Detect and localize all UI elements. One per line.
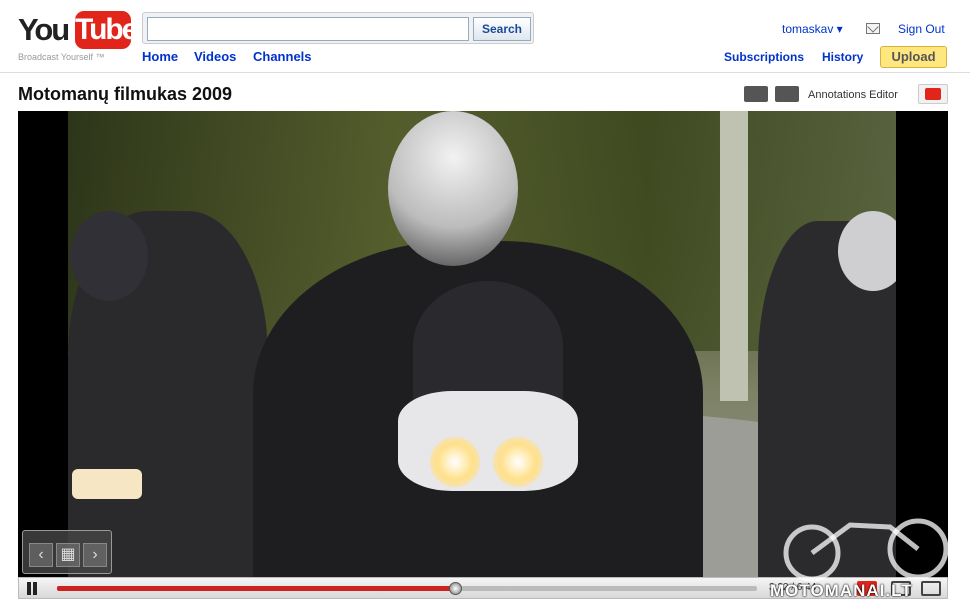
headlight-right [493,437,543,487]
progress-handle[interactable] [449,582,462,595]
progress-played [57,586,456,591]
history-link[interactable]: History [822,50,863,64]
watermark: MOTOMANAI.LT [770,505,955,600]
sign-out-link[interactable]: Sign Out [898,22,945,36]
expand-arrows-icon[interactable] [744,86,768,102]
logo-tube: Tube [75,11,138,49]
youtube-page: You Tube Broadcast Yourself ™ Search Hom… [0,0,970,608]
watermark-text: MOTOMANAI.LT [770,581,913,600]
nav-channels-link[interactable]: Channels [253,49,312,64]
left-headlight [72,469,142,499]
subscriptions-link[interactable]: Subscriptions [724,50,804,64]
headlight-left [430,437,480,487]
mail-icon[interactable] [866,23,880,34]
logo-you: You [18,12,70,47]
annotation-count-icon[interactable]: ▦ [56,543,80,567]
flag-icon[interactable] [918,84,948,104]
popout-arrow-icon[interactable] [775,86,799,102]
nav-videos-link[interactable]: Videos [194,49,236,64]
annotation-nav-widget: ‹ ▦ › [22,530,112,574]
lamp-post [720,111,748,401]
flag-icon-inner [925,88,941,100]
rider-left-helmet [70,211,148,301]
nav-home-link[interactable]: Home [142,49,178,64]
youtube-logo[interactable]: You Tube Broadcast Yourself ™ [18,8,138,66]
search-bar: Search [142,12,534,44]
motorcycle-logo-icon [783,518,949,582]
user-menu[interactable]: tomaskav ▾ [782,22,843,36]
upload-button[interactable]: Upload [880,46,947,68]
logo-tagline: Broadcast Yourself ™ [18,52,105,62]
main-rider-helmet [388,111,518,266]
search-input[interactable] [147,17,469,41]
progress-bar[interactable] [57,582,757,595]
chevron-left-icon[interactable]: ‹ [29,543,53,567]
fairing [398,391,578,491]
video-title: Motomanų filmukas 2009 [18,84,233,104]
pause-icon[interactable] [25,582,39,596]
chevron-right-icon[interactable]: › [83,543,107,567]
annotations-editor-link[interactable]: Annotations Editor [808,89,898,101]
search-button[interactable]: Search [473,17,531,41]
header-divider [0,72,970,73]
